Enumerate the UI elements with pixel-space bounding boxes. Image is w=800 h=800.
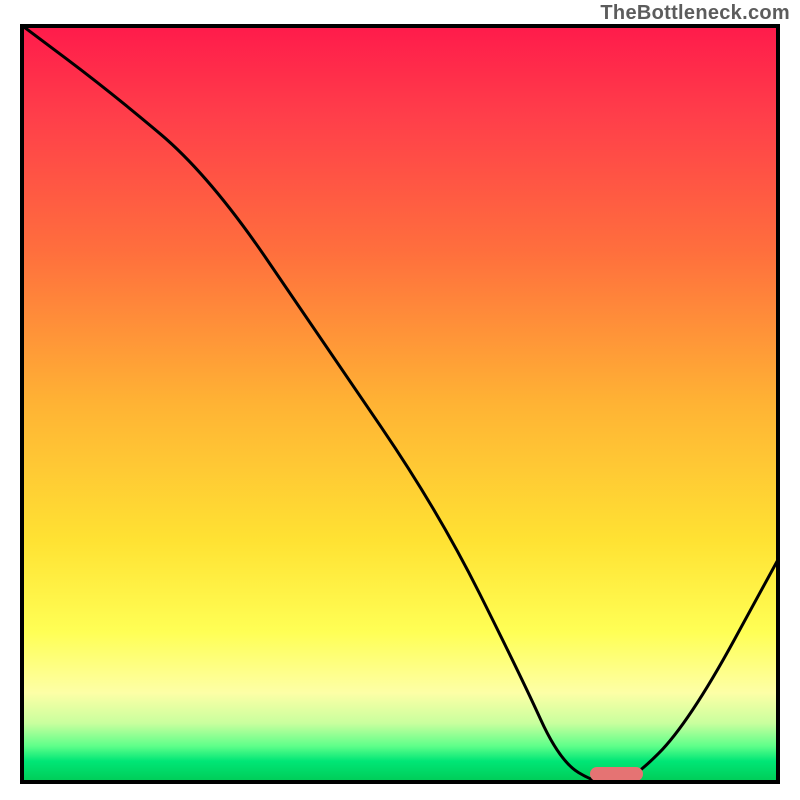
optimal-range-marker bbox=[590, 767, 643, 781]
watermark-text: TheBottleneck.com bbox=[600, 2, 790, 25]
axis-left bbox=[20, 24, 24, 784]
chart-frame bbox=[20, 24, 780, 784]
axis-bottom bbox=[20, 780, 780, 784]
axis-right bbox=[776, 24, 780, 784]
chart-background-gradient bbox=[20, 24, 780, 784]
